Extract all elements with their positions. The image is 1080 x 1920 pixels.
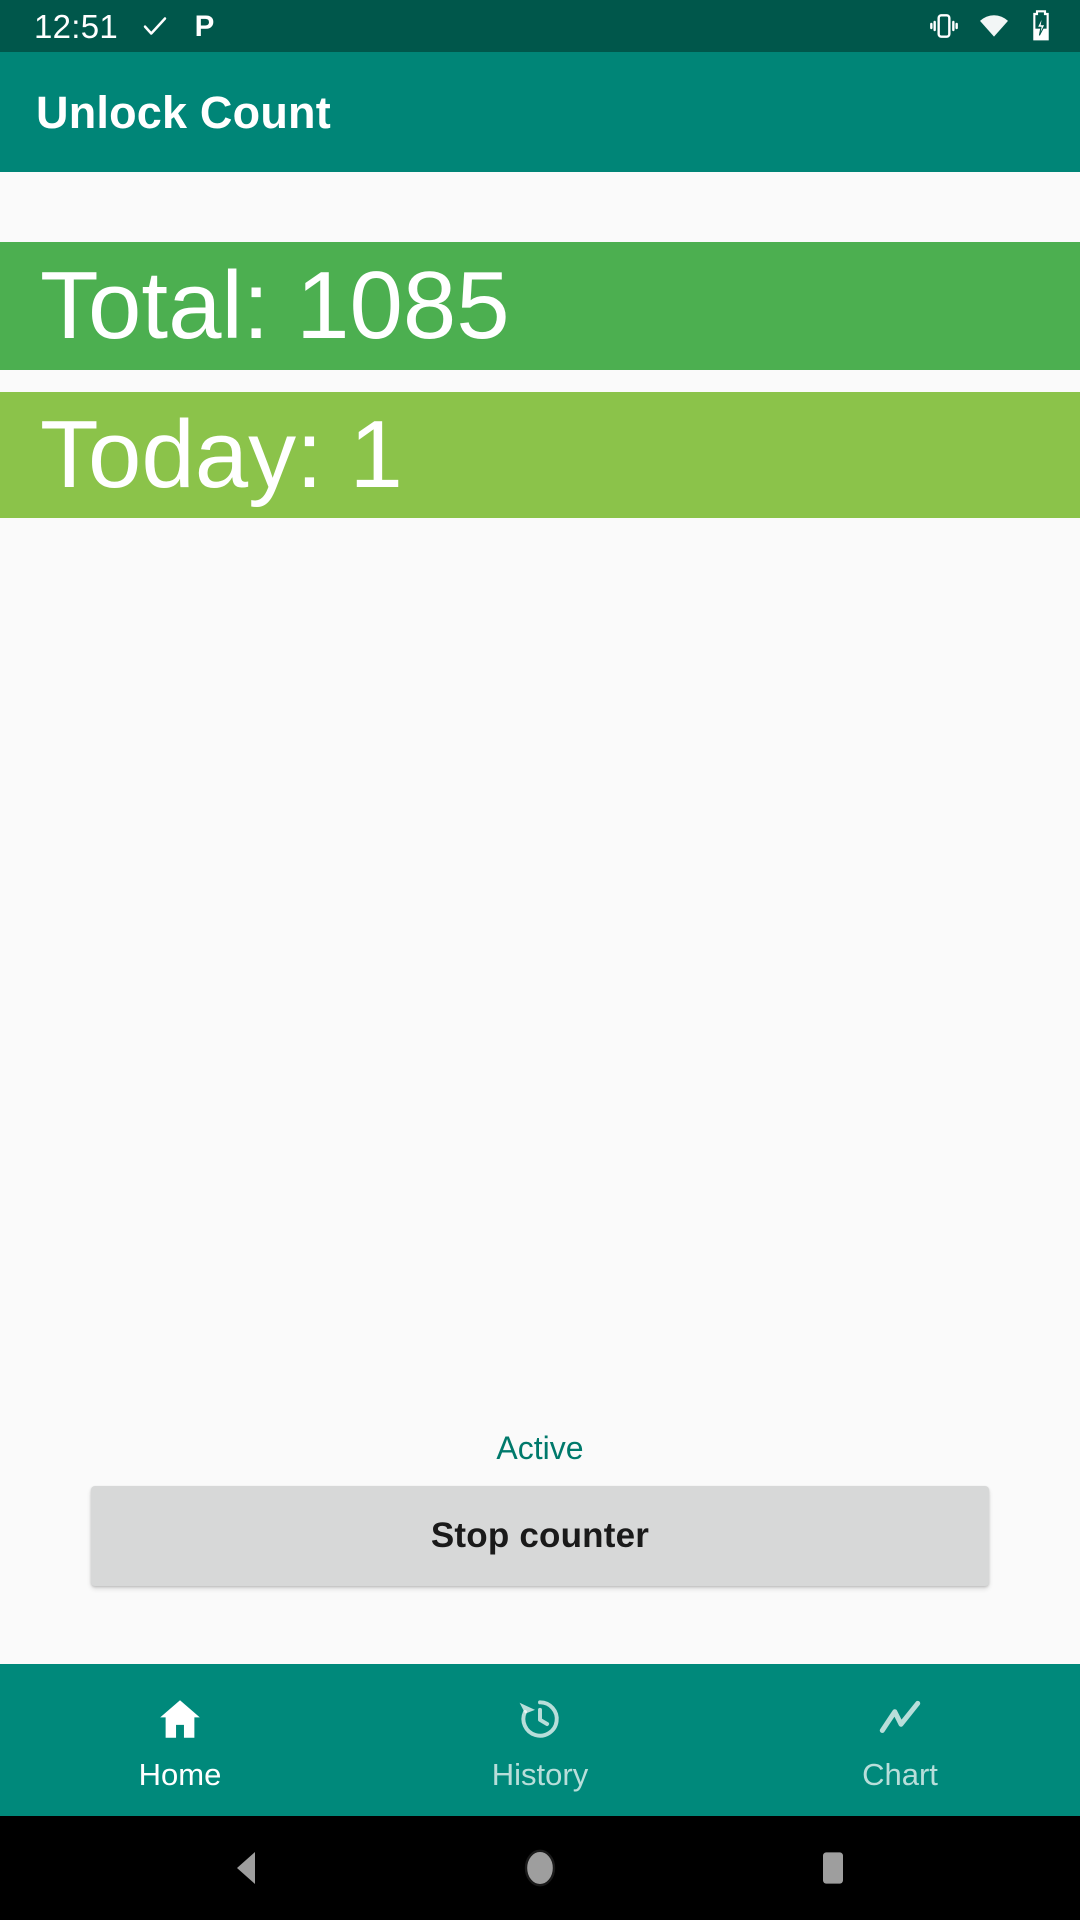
total-count-banner: Total: 1085 <box>0 242 1080 370</box>
phone-screen: 12:51 P Unlock Count Total: 1085 Today: … <box>0 0 1080 1920</box>
line-chart-icon <box>875 1691 925 1747</box>
home-icon <box>155 1691 205 1747</box>
app-bar: Unlock Count <box>0 52 1080 172</box>
tab-chart-label: Chart <box>862 1756 938 1792</box>
content-top-spacer <box>0 172 1080 242</box>
wifi-icon <box>978 10 1010 42</box>
bottom-navigation: Home History Chart <box>0 1664 1080 1816</box>
status-bar: 12:51 P <box>0 0 1080 52</box>
counter-status-text: Active <box>496 1430 584 1466</box>
check-icon <box>140 11 170 41</box>
vibrate-icon <box>928 10 960 42</box>
tab-chart[interactable]: Chart <box>720 1664 1080 1816</box>
home-circle-icon[interactable] <box>480 1816 600 1920</box>
tab-home-label: Home <box>138 1756 222 1792</box>
history-icon <box>515 1691 565 1747</box>
stop-counter-button[interactable]: Stop counter <box>91 1486 989 1586</box>
status-bar-right <box>928 10 1054 42</box>
battery-charging-icon <box>1028 10 1054 42</box>
counter-control-area: Active Stop counter <box>0 1432 1080 1664</box>
main-content: Total: 1085 Today: 1 Active Stop counter <box>0 172 1080 1664</box>
system-navigation-bar <box>0 1816 1080 1920</box>
page-title: Unlock Count <box>36 86 331 138</box>
p-app-icon: P <box>192 10 222 42</box>
tab-history-label: History <box>491 1756 589 1792</box>
total-count-label: Total: 1085 <box>40 252 510 359</box>
status-clock: 12:51 <box>34 7 119 45</box>
back-icon[interactable] <box>187 1816 307 1920</box>
tab-home[interactable]: Home <box>0 1664 360 1816</box>
today-count-banner: Today: 1 <box>0 392 1080 518</box>
recents-square-icon[interactable] <box>773 1816 893 1920</box>
content-filler <box>0 518 1080 1432</box>
tab-history[interactable]: History <box>360 1664 720 1816</box>
status-bar-left: 12:51 P <box>34 10 222 43</box>
today-count-label: Today: 1 <box>40 401 403 508</box>
svg-text:P: P <box>195 10 215 42</box>
banner-divider <box>0 370 1080 392</box>
